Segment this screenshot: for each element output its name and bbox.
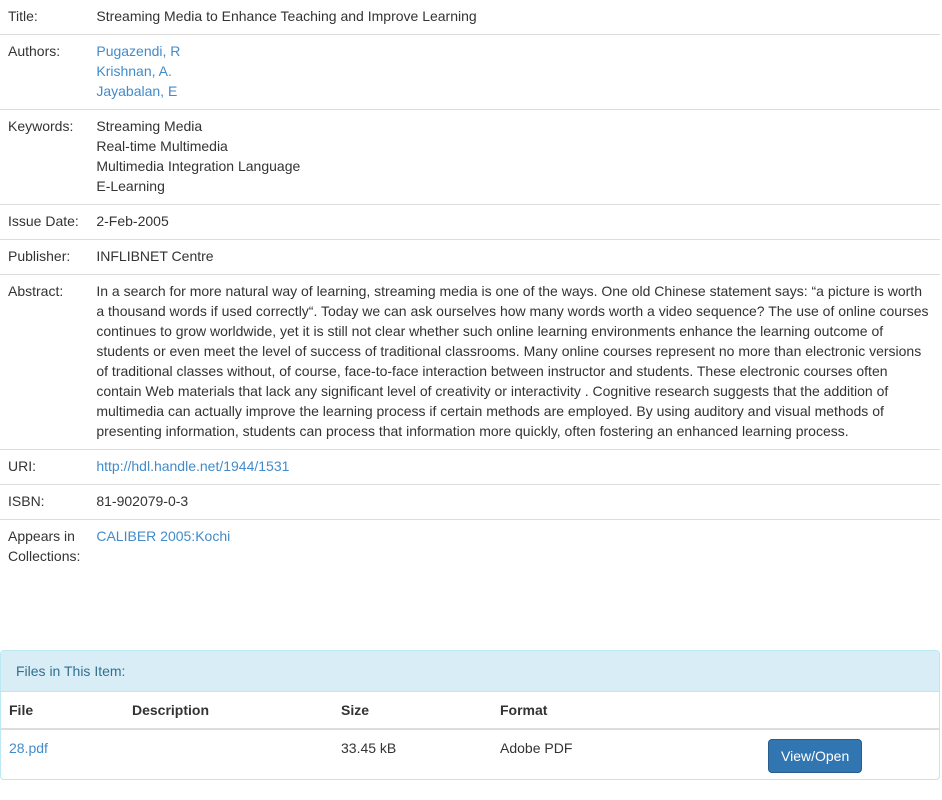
keywords-label: Keywords: — [0, 109, 89, 205]
file-size: 33.45 kB — [341, 740, 397, 756]
abstract-text: In a search for more natural way of lear… — [88, 274, 940, 450]
keyword-item: Multimedia Integration Language — [96, 158, 301, 174]
issue-date-value: 2-Feb-2005 — [88, 204, 940, 240]
isbn-value: 81-902079-0-3 — [88, 484, 940, 520]
metadata-row-abstract: Abstract: In a search for more natural w… — [0, 274, 940, 450]
keyword-item: E-Learning — [96, 178, 165, 194]
files-panel-heading: Files in This Item: — [1, 651, 939, 692]
keywords-list: Streaming Media Real-time Multimedia Mul… — [88, 109, 940, 205]
isbn-label: ISBN: — [0, 484, 89, 520]
author-link[interactable]: Krishnan, A. — [96, 61, 932, 81]
column-header-action — [760, 692, 939, 730]
column-header-description: Description — [124, 692, 333, 730]
publisher-label: Publisher: — [0, 239, 89, 275]
uri-cell: http://hdl.handle.net/1944/1531 — [88, 449, 940, 485]
file-description — [124, 729, 333, 779]
file-cell: 28.pdf — [1, 729, 124, 779]
column-header-size: Size — [333, 692, 492, 730]
metadata-row-uri: URI: http://hdl.handle.net/1944/1531 — [0, 449, 940, 485]
author-link[interactable]: Pugazendi, R — [96, 41, 932, 61]
collections-cell: CALIBER 2005:Kochi — [88, 519, 940, 574]
uri-label: URI: — [0, 449, 89, 485]
files-table-header: File Description Size Format — [1, 692, 939, 730]
metadata-row-title: Title: Streaming Media to Enhance Teachi… — [0, 0, 940, 35]
file-format: Adobe PDF — [500, 740, 573, 756]
files-panel: Files in This Item: File Description Siz… — [0, 650, 940, 780]
collection-link[interactable]: CALIBER 2005:Kochi — [96, 526, 932, 546]
metadata-row-keywords: Keywords: Streaming Media Real-time Mult… — [0, 109, 940, 205]
uri-link[interactable]: http://hdl.handle.net/1944/1531 — [96, 456, 932, 476]
author-link[interactable]: Jayabalan, E — [96, 81, 932, 101]
abstract-label: Abstract: — [0, 274, 89, 450]
publisher-value: INFLIBNET Centre — [88, 239, 940, 275]
metadata-row-isbn: ISBN: 81-902079-0-3 — [0, 484, 940, 520]
keyword-item: Streaming Media — [96, 118, 203, 134]
table-row: 28.pdf 33.45 kB Adobe PDF View/Open — [1, 729, 939, 779]
authors-label: Authors: — [0, 34, 89, 110]
title-value: Streaming Media to Enhance Teaching and … — [96, 8, 477, 24]
metadata-row-issue-date: Issue Date: 2-Feb-2005 — [0, 204, 940, 240]
file-action-cell: View/Open — [760, 729, 939, 779]
collections-label: Appears in Collections: — [0, 519, 89, 574]
metadata-row-authors: Authors: Pugazendi, R Krishnan, A. Jayab… — [0, 34, 940, 110]
keyword-item: Real-time Multimedia — [96, 138, 228, 154]
column-header-format: Format — [492, 692, 760, 730]
metadata-row-collections: Appears in Collections: CALIBER 2005:Koc… — [0, 519, 940, 574]
issue-date-label: Issue Date: — [0, 204, 89, 240]
authors-list: Pugazendi, R Krishnan, A. Jayabalan, E — [88, 34, 940, 110]
files-table: File Description Size Format 28.pdf 33.4… — [1, 692, 939, 779]
item-metadata-table: Title: Streaming Media to Enhance Teachi… — [0, 0, 940, 574]
file-link[interactable]: 28.pdf — [9, 738, 116, 758]
view-open-button[interactable]: View/Open — [768, 739, 863, 773]
metadata-row-publisher: Publisher: INFLIBNET Centre — [0, 239, 940, 275]
title-label: Title: — [8, 8, 38, 24]
column-header-file: File — [1, 692, 124, 730]
